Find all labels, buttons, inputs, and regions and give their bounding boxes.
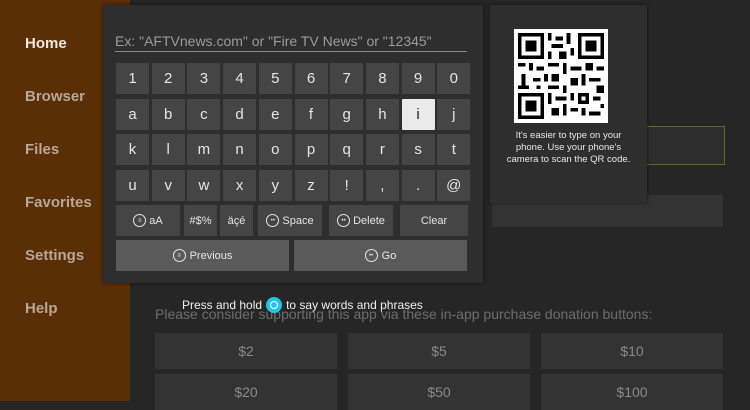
donate-10-button[interactable]: $10 <box>541 333 723 369</box>
key-2-9[interactable]: t <box>437 134 471 165</box>
accents-key[interactable]: äçé <box>220 205 253 236</box>
qr-code[interactable] <box>514 29 608 123</box>
key-0-2[interactable]: 3 <box>187 63 221 94</box>
sidebar-item-browser[interactable]: Browser <box>25 88 85 105</box>
key-3-5[interactable]: z <box>294 170 328 201</box>
key-1-8[interactable]: i <box>401 99 435 130</box>
select-button-icon: •• <box>364 249 378 262</box>
menu-icon: ≡ <box>172 249 186 262</box>
key-3-9[interactable]: @ <box>437 170 471 201</box>
key-0-1[interactable]: 2 <box>151 63 185 94</box>
key-2-5[interactable]: p <box>294 134 328 165</box>
symbols-key[interactable]: #$% <box>184 205 217 236</box>
select-button-icon: •• <box>266 214 280 227</box>
case-toggle-key[interactable]: ≡ aA <box>116 205 180 236</box>
voice-hint: Press and hold to say words and phrases <box>182 297 423 313</box>
voice-hint-after: to say words and phrases <box>286 298 423 312</box>
key-3-0[interactable]: u <box>116 170 149 201</box>
key-1-4[interactable]: e <box>258 99 292 130</box>
sidebar-item-help[interactable]: Help <box>25 300 58 317</box>
key-0-0[interactable]: 1 <box>116 63 149 94</box>
key-0-8[interactable]: 9 <box>401 63 435 94</box>
key-0-5[interactable]: 6 <box>294 63 328 94</box>
key-0-6[interactable]: 7 <box>330 63 364 94</box>
key-2-3[interactable]: n <box>223 134 257 165</box>
sidebar-item-files[interactable]: Files <box>25 141 59 158</box>
sidebar-item-settings[interactable]: Settings <box>25 247 84 264</box>
donate-100-button[interactable]: $100 <box>541 374 723 410</box>
donate-20-button[interactable]: $20 <box>155 374 337 410</box>
previous-label: Previous <box>189 249 233 262</box>
clear-key[interactable]: Clear <box>400 205 468 236</box>
key-1-3[interactable]: d <box>223 99 257 130</box>
key-1-5[interactable]: f <box>294 99 328 130</box>
key-3-2[interactable]: w <box>187 170 221 201</box>
key-1-2[interactable]: c <box>187 99 221 130</box>
donate-2-button[interactable]: $2 <box>155 333 337 369</box>
key-2-7[interactable]: r <box>365 134 399 165</box>
go-label: Go <box>381 249 397 262</box>
key-1-0[interactable]: a <box>116 99 149 130</box>
key-1-1[interactable]: b <box>151 99 185 130</box>
menu-icon: ≡ <box>133 214 147 227</box>
key-2-4[interactable]: o <box>258 134 292 165</box>
sidebar-item-home[interactable]: Home <box>25 35 67 52</box>
key-1-6[interactable]: g <box>330 99 364 130</box>
select-button-icon: •• <box>337 214 351 227</box>
alexa-mic-icon <box>266 297 283 313</box>
space-key[interactable]: •• Space <box>258 205 322 236</box>
key-3-6[interactable]: ! <box>330 170 364 201</box>
key-2-6[interactable]: q <box>330 134 364 165</box>
key-3-8[interactable]: . <box>401 170 435 201</box>
qr-panel: It's easier to type on your phone. Use y… <box>490 5 647 203</box>
qr-instructions: It's easier to type on your phone. Use y… <box>506 130 631 165</box>
donate-50-button[interactable]: $50 <box>348 374 530 410</box>
key-0-9[interactable]: 0 <box>437 63 471 94</box>
delete-key[interactable]: •• Delete <box>329 205 393 236</box>
go-button[interactable]: •• Go <box>294 240 467 271</box>
voice-hint-before: Press and hold <box>182 298 263 312</box>
case-toggle-label: aA <box>149 214 163 227</box>
key-3-4[interactable]: y <box>258 170 292 201</box>
key-1-9[interactable]: j <box>437 99 471 130</box>
onscreen-keyboard: Ex: "AFTVnews.com" or "Fire TV News" or … <box>103 5 483 283</box>
search-input[interactable]: Ex: "AFTVnews.com" or "Fire TV News" or … <box>115 33 467 52</box>
delete-label: Delete <box>353 214 385 227</box>
key-2-8[interactable]: s <box>401 134 435 165</box>
key-2-0[interactable]: k <box>116 134 149 165</box>
key-3-7[interactable]: , <box>365 170 399 201</box>
key-3-1[interactable]: v <box>151 170 185 201</box>
sidebar-item-favorites[interactable]: Favorites <box>25 194 92 211</box>
previous-button[interactable]: ≡ Previous <box>116 240 289 271</box>
key-0-3[interactable]: 4 <box>223 63 257 94</box>
key-0-7[interactable]: 8 <box>365 63 399 94</box>
key-0-4[interactable]: 5 <box>258 63 292 94</box>
key-2-2[interactable]: m <box>187 134 221 165</box>
donate-5-button[interactable]: $5 <box>348 333 530 369</box>
key-2-1[interactable]: l <box>151 134 185 165</box>
space-label: Space <box>282 214 314 227</box>
key-3-3[interactable]: x <box>223 170 257 201</box>
key-1-7[interactable]: h <box>365 99 399 130</box>
